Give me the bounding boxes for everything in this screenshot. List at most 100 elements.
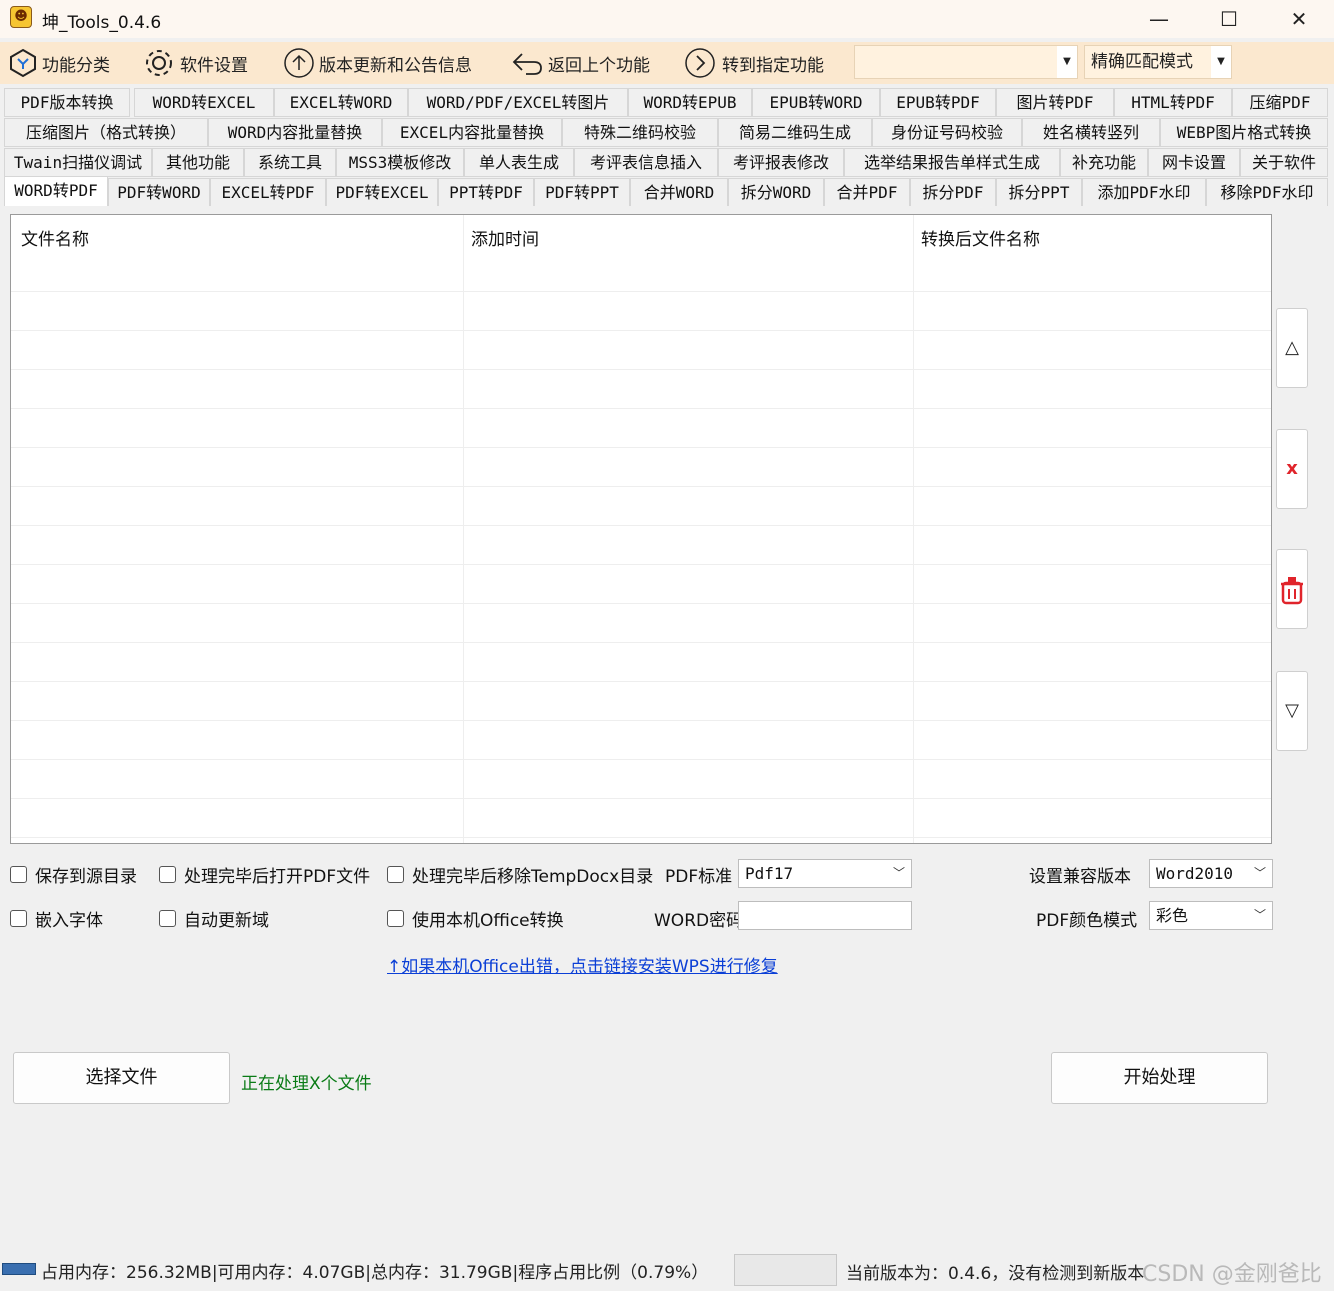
- compat-version-select[interactable]: Word2010 ﹀: [1149, 859, 1273, 888]
- tab[interactable]: WEBP图片格式转换: [1160, 118, 1328, 147]
- pdf-standard-select[interactable]: Pdf17 ﹀: [738, 859, 912, 888]
- auto-update-fields-checkbox[interactable]: 自动更新域: [159, 906, 269, 931]
- tab[interactable]: 合并WORD: [630, 178, 728, 207]
- open-pdf-after-checkbox[interactable]: 处理完毕后打开PDF文件: [159, 862, 370, 887]
- tab[interactable]: 拆分WORD: [728, 178, 824, 207]
- tab[interactable]: 考评表信息插入: [574, 148, 718, 177]
- column-header-added-time[interactable]: 添加时间: [471, 225, 539, 250]
- goto-button[interactable]: 转到指定功能: [684, 46, 824, 80]
- pdf-standard-label: PDF标准: [665, 867, 733, 887]
- tab[interactable]: 其他功能: [152, 148, 244, 177]
- checkbox-label: 处理完毕后移除TempDocx目录: [412, 867, 654, 887]
- move-up-button[interactable]: △: [1276, 308, 1308, 388]
- categories-button[interactable]: 功能分类: [8, 46, 110, 80]
- tab[interactable]: 拆分PDF: [910, 178, 996, 207]
- app-logo-icon: ☻: [10, 6, 32, 28]
- window-title: 坤_Tools_0.4.6: [42, 13, 162, 33]
- tab[interactable]: PDF转WORD: [108, 178, 210, 207]
- chevron-down-icon: ﹀: [1253, 908, 1266, 922]
- tab[interactable]: EXCEL转PDF: [210, 178, 326, 207]
- dropdown-arrow-icon[interactable]: ▼: [1211, 46, 1231, 78]
- triangle-up-icon: △: [1285, 337, 1299, 358]
- tab[interactable]: 系统工具: [244, 148, 336, 177]
- settings-button[interactable]: 软件设置: [142, 46, 248, 80]
- tab[interactable]: 压缩PDF: [1232, 88, 1328, 117]
- csdn-watermark: CSDN @金刚爸比: [1142, 1262, 1322, 1287]
- match-mode-combo[interactable]: 精确匹配模式 ▼: [1084, 45, 1232, 79]
- tab[interactable]: HTML转PDF: [1114, 88, 1232, 117]
- tab[interactable]: Twain扫描仪调试: [4, 148, 152, 177]
- remove-item-button[interactable]: x: [1276, 429, 1308, 509]
- tab[interactable]: 补充功能: [1060, 148, 1148, 177]
- back-button[interactable]: 返回上个功能: [510, 46, 650, 80]
- back-arrow-icon: [512, 53, 542, 75]
- checkbox-box[interactable]: [387, 910, 404, 927]
- pdf-color-mode-select[interactable]: 彩色 ﹀: [1149, 901, 1273, 930]
- maximize-button[interactable]: ☐: [1196, 0, 1262, 38]
- select-file-button[interactable]: 选择文件: [13, 1052, 230, 1104]
- tab[interactable]: 关于软件: [1240, 148, 1328, 177]
- install-wps-link[interactable]: ↑如果本机Office出错，点击链接安装WPS进行修复: [387, 952, 778, 977]
- tab[interactable]: 单人表生成: [464, 148, 574, 177]
- minimize-button[interactable]: —: [1126, 0, 1192, 38]
- tab[interactable]: 考评报表修改: [718, 148, 844, 177]
- tab[interactable]: 简易二维码生成: [718, 118, 872, 147]
- start-processing-button[interactable]: 开始处理: [1051, 1052, 1268, 1104]
- column-header-output-name[interactable]: 转换后文件名称: [921, 225, 1040, 250]
- pdf-color-mode-value: 彩色: [1156, 906, 1189, 925]
- checkbox-box[interactable]: [10, 866, 27, 883]
- tab[interactable]: 特殊二维码校验: [562, 118, 718, 147]
- tab[interactable]: WORD转EPUB: [628, 88, 752, 117]
- tab[interactable]: PDF转PPT: [534, 178, 630, 207]
- tab[interactable]: 身份证号码校验: [872, 118, 1022, 147]
- tab[interactable]: MSS3模板修改: [336, 148, 464, 177]
- tab[interactable]: 网卡设置: [1148, 148, 1240, 177]
- checkbox-label: 保存到源目录: [35, 867, 137, 887]
- tab[interactable]: 姓名横转竖列: [1022, 118, 1160, 147]
- checkbox-label: 处理完毕后打开PDF文件: [184, 867, 371, 887]
- dropdown-arrow-icon[interactable]: ▼: [1057, 46, 1077, 78]
- clear-list-button[interactable]: [1276, 549, 1308, 629]
- word-password-field[interactable]: [738, 901, 912, 930]
- tab[interactable]: PPT转PDF: [438, 178, 534, 207]
- embed-fonts-checkbox[interactable]: 嵌入字体: [10, 906, 103, 931]
- tab[interactable]: 选举结果报告单样式生成: [844, 148, 1060, 177]
- grid-line: [11, 759, 1271, 760]
- checkbox-box[interactable]: [159, 866, 176, 883]
- updates-button[interactable]: 版本更新和公告信息: [283, 46, 472, 80]
- tab[interactable]: EXCEL内容批量替换: [382, 118, 562, 147]
- tab[interactable]: 图片转PDF: [996, 88, 1114, 117]
- grid-line: [11, 369, 1271, 370]
- tab[interactable]: PDF版本转换: [4, 88, 130, 117]
- tab[interactable]: 压缩图片（格式转换）: [4, 118, 208, 147]
- grid-line: [11, 837, 1271, 838]
- word-password-label: WORD密码: [654, 911, 744, 931]
- close-button[interactable]: ✕: [1266, 0, 1332, 38]
- remove-tempdocx-checkbox[interactable]: 处理完毕后移除TempDocx目录: [387, 862, 653, 887]
- goto-function-combo[interactable]: ▼: [854, 45, 1078, 79]
- tab[interactable]: 合并PDF: [824, 178, 910, 207]
- checkbox-box[interactable]: [387, 866, 404, 883]
- checkbox-box[interactable]: [10, 910, 27, 927]
- checkbox-box[interactable]: [159, 910, 176, 927]
- tab[interactable]: WORD内容批量替换: [208, 118, 382, 147]
- save-to-source-checkbox[interactable]: 保存到源目录: [10, 862, 137, 887]
- tab[interactable]: PDF转EXCEL: [326, 178, 438, 207]
- tab[interactable]: EPUB转WORD: [752, 88, 880, 117]
- tab[interactable]: 拆分PPT: [996, 178, 1082, 207]
- use-local-office-checkbox[interactable]: 使用本机Office转换: [387, 906, 564, 931]
- column-header-file-name[interactable]: 文件名称: [21, 225, 89, 250]
- goto-label: 转到指定功能: [722, 55, 824, 76]
- tab[interactable]: 移除PDF水印: [1206, 178, 1328, 207]
- title-bar: ☻ 坤_Tools_0.4.6 — ☐ ✕: [0, 0, 1334, 38]
- move-down-button[interactable]: ▽: [1276, 671, 1308, 751]
- settings-label: 软件设置: [180, 55, 248, 76]
- tab[interactable]: EXCEL转WORD: [274, 88, 408, 117]
- progress-bar: [734, 1254, 837, 1286]
- tab[interactable]: WORD/PDF/EXCEL转图片: [408, 88, 628, 117]
- tab[interactable]: EPUB转PDF: [880, 88, 996, 117]
- tab-word-to-pdf-active[interactable]: WORD转PDF: [4, 176, 108, 208]
- file-list[interactable]: 文件名称 添加时间 转换后文件名称: [10, 214, 1272, 844]
- tab[interactable]: WORD转EXCEL: [134, 88, 274, 117]
- tab[interactable]: 添加PDF水印: [1082, 178, 1206, 207]
